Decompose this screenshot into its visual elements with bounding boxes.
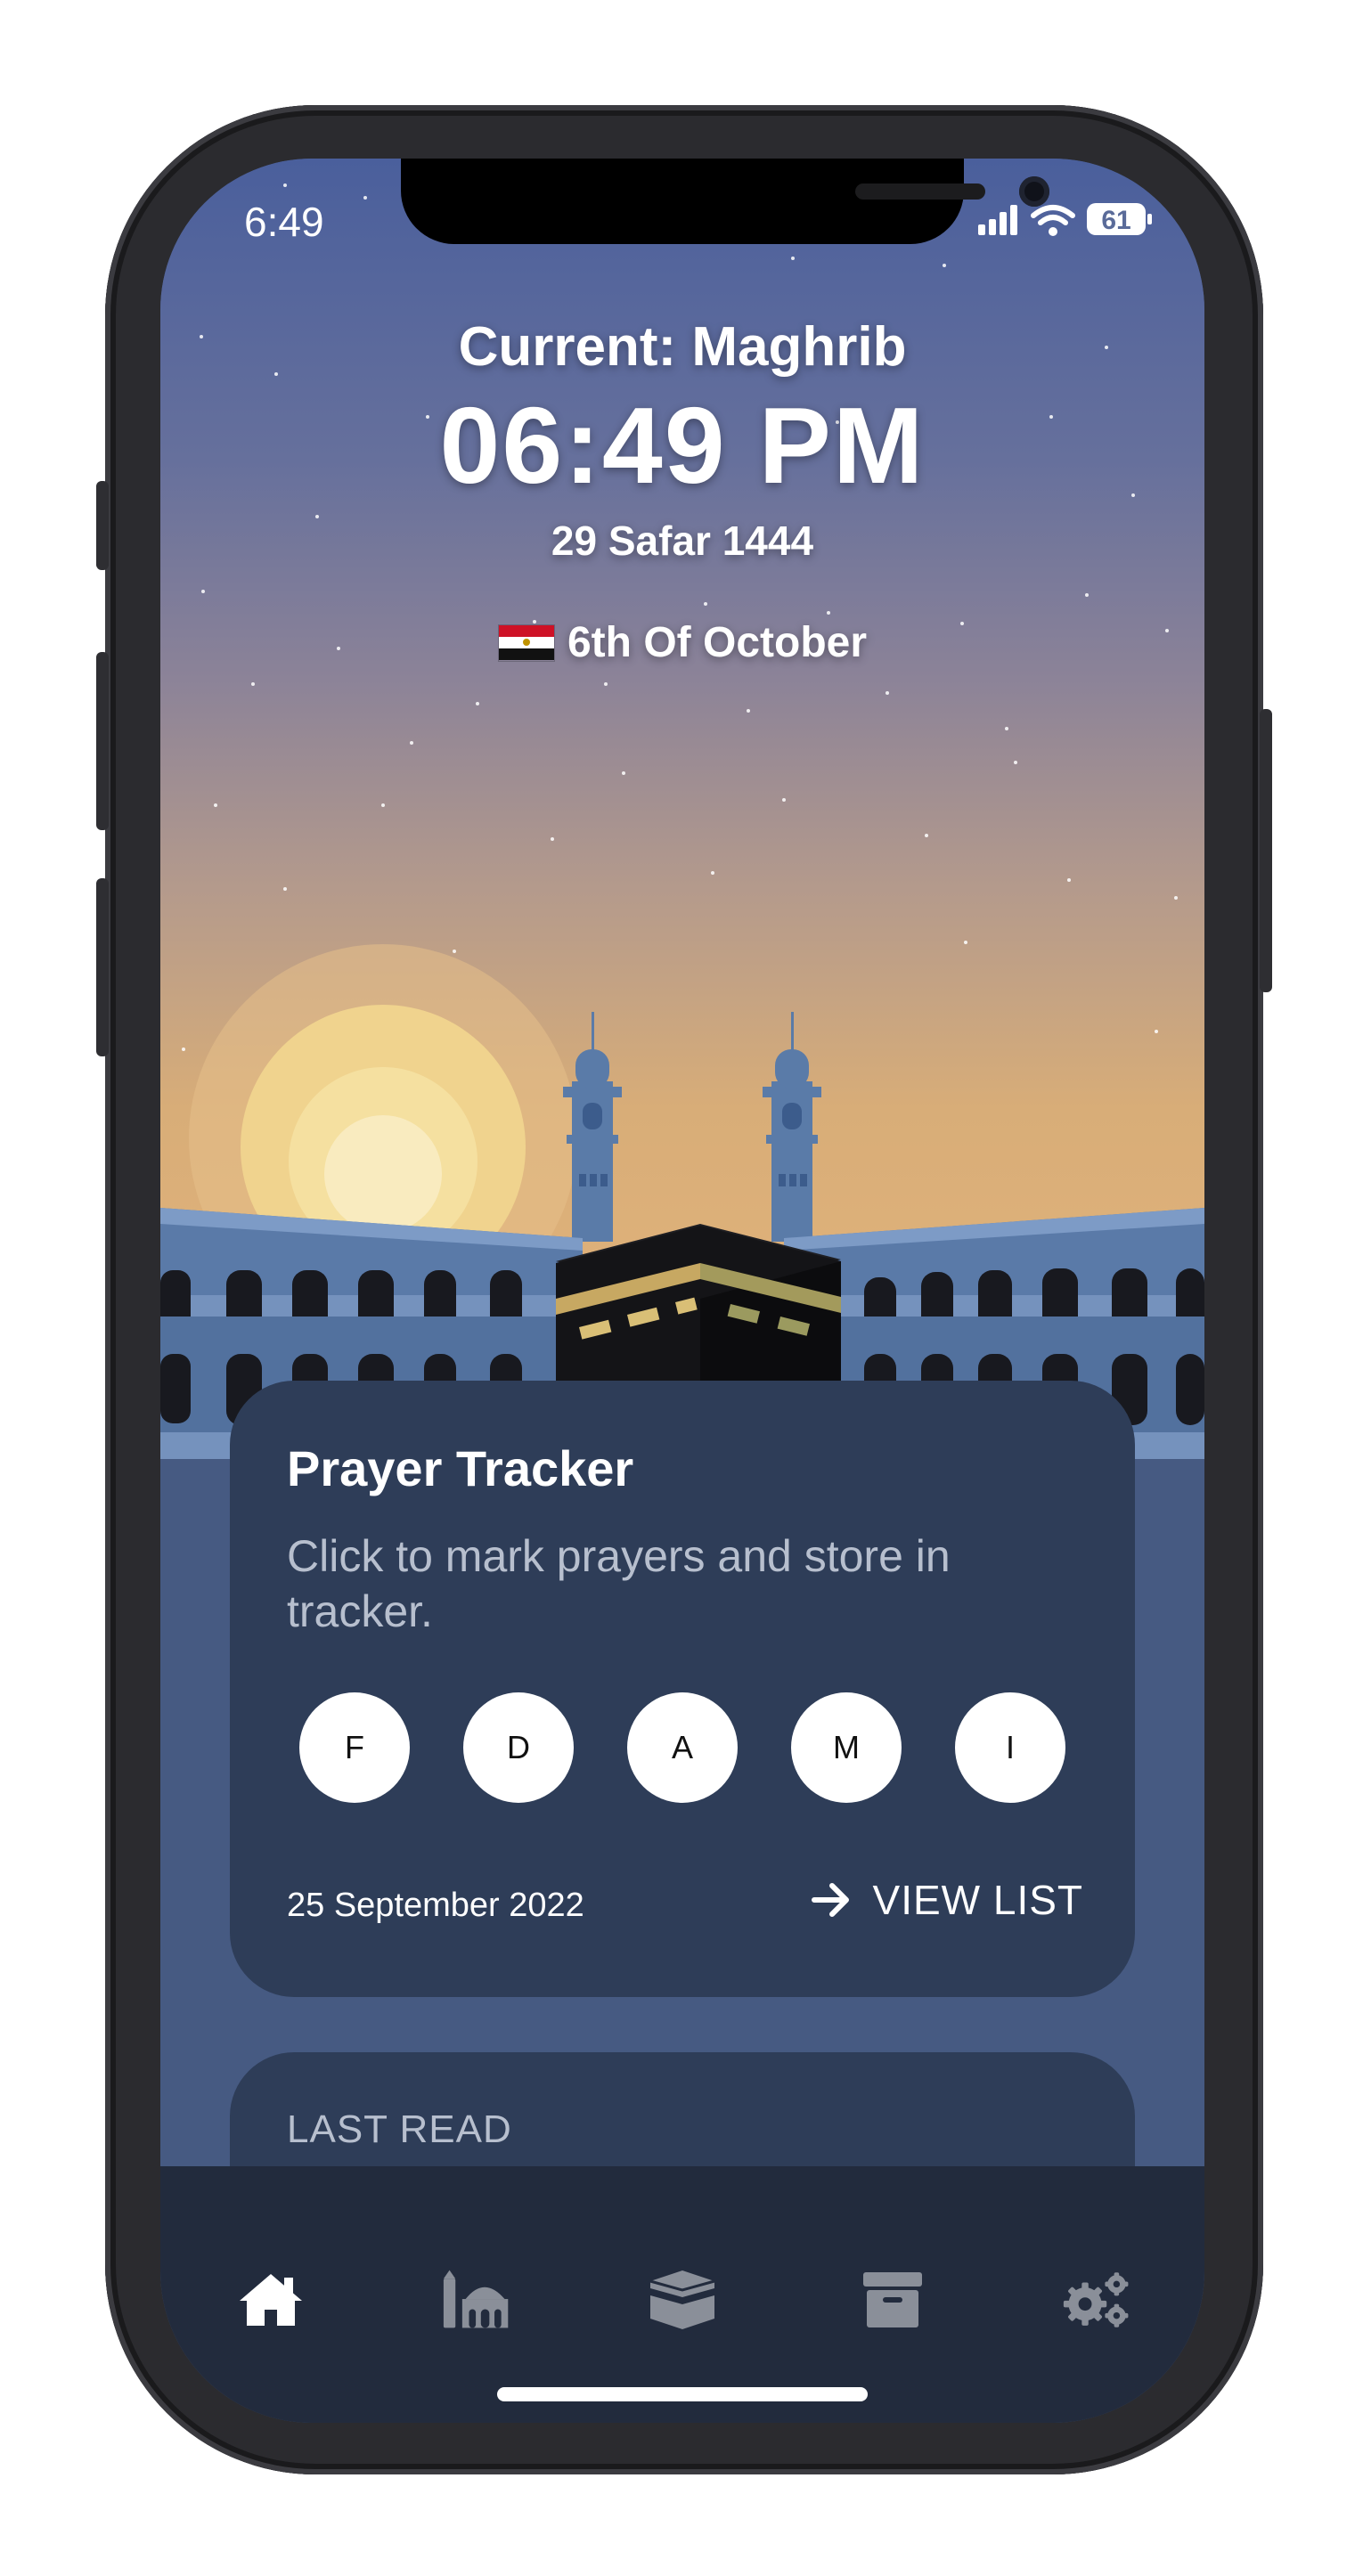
app-screen: 6:49 61 Current: Maghrib 06:49 PM 29 Saf… xyxy=(160,159,1204,2423)
status-icons: 61 xyxy=(978,203,1152,236)
nav-settings[interactable] xyxy=(1062,2264,1133,2336)
volume-down-button xyxy=(96,878,109,1056)
current-prayer-label: Current: Maghrib xyxy=(458,316,907,378)
last-read-title: LAST READ xyxy=(287,2107,512,2151)
tracker-date: 25 September 2022 xyxy=(287,1887,584,1924)
location-name: 6th Of October xyxy=(567,619,868,666)
notch xyxy=(401,159,1049,244)
nav-kaaba[interactable] xyxy=(647,2264,718,2336)
view-list-label: VIEW LIST xyxy=(872,1877,1083,1923)
speaker-grille xyxy=(855,183,985,200)
prayer-button-maghrib[interactable]: M xyxy=(791,1692,902,1803)
home-indicator[interactable] xyxy=(497,2387,868,2401)
nav-mosque[interactable] xyxy=(442,2264,513,2336)
cellular-signal-icon xyxy=(978,205,1017,235)
battery-level: 61 xyxy=(1101,206,1130,235)
action-button xyxy=(96,481,109,570)
prayer-buttons: F D A M I xyxy=(299,1692,1065,1803)
prayer-tracker-title: Prayer Tracker xyxy=(287,1440,634,1496)
mosque-icon xyxy=(443,2270,509,2328)
archive-icon xyxy=(863,2272,922,2327)
prayer-button-asr[interactable]: A xyxy=(627,1692,738,1803)
home-icon xyxy=(240,2274,302,2326)
power-button xyxy=(1260,709,1272,992)
location-row[interactable]: 6th Of October xyxy=(160,618,1204,667)
egypt-flag-icon xyxy=(497,624,555,662)
prayer-button-isha[interactable]: I xyxy=(955,1692,1065,1803)
kaaba-nav-icon xyxy=(649,2270,715,2329)
status-time: 6:49 xyxy=(244,199,324,245)
hijri-date: 29 Safar 1444 xyxy=(551,518,814,564)
volume-up-button xyxy=(96,652,109,830)
settings-gears-icon xyxy=(1063,2272,1129,2327)
nav-archive[interactable] xyxy=(857,2264,928,2336)
arrow-right-icon xyxy=(811,1883,849,1917)
prayer-tracker-subtitle: Click to mark prayers and store in track… xyxy=(287,1531,951,1636)
wifi-icon xyxy=(1031,205,1075,225)
prayer-tracker-card: Prayer Tracker Click to mark prayers and… xyxy=(230,1381,1135,1997)
current-time: 06:49 PM xyxy=(439,385,926,506)
view-list-button[interactable]: VIEW LIST xyxy=(811,1876,1083,1924)
nav-home[interactable] xyxy=(235,2264,306,2336)
prayer-button-dhuhr[interactable]: D xyxy=(463,1692,574,1803)
bottom-nav xyxy=(160,2166,1204,2423)
prayer-button-fajr[interactable]: F xyxy=(299,1692,410,1803)
